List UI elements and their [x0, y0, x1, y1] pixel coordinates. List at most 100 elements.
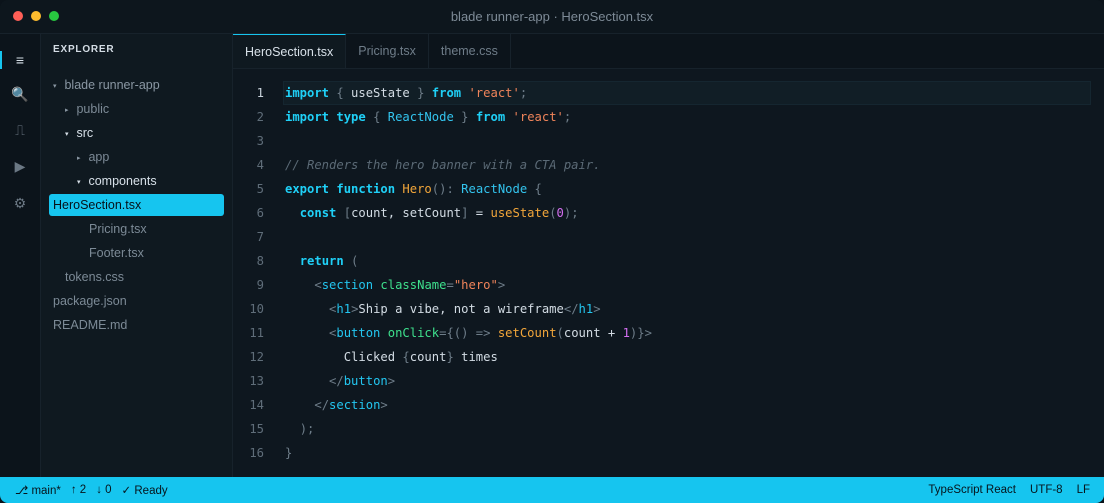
code-text: // Renders the hero banner with a CTA pa…	[285, 153, 601, 177]
code-token: Clicked	[285, 350, 403, 364]
code-token: return	[299, 254, 344, 268]
search-icon[interactable]: 🔍	[0, 79, 40, 109]
code-line[interactable]: 14 </section>	[233, 393, 1104, 417]
code-text: </button>	[285, 369, 395, 393]
commits-ahead[interactable]: ↑ 2	[71, 484, 86, 496]
line-number: 16	[249, 446, 264, 460]
file-footer-tsx[interactable]: Footer.tsx	[49, 242, 224, 264]
code-line[interactable]: 1 import { useState } from 'react';	[233, 81, 1104, 105]
code-line[interactable]: 5 export function Hero(): ReactNode {	[233, 177, 1104, 201]
code-token: ReactNode	[387, 110, 454, 124]
code-token: </	[314, 398, 330, 412]
file-readme-md[interactable]: README.md	[49, 314, 224, 336]
tab-theme-css[interactable]: theme.css	[429, 34, 511, 68]
file-herosection-tsx[interactable]: HeroSection.tsx	[49, 194, 224, 216]
line-number: 15	[249, 422, 264, 436]
code-line[interactable]: 15 );	[233, 417, 1104, 441]
code-token: (	[343, 254, 359, 268]
minimize-window-button[interactable]	[31, 11, 41, 21]
folder-app[interactable]: ▸ app	[49, 146, 224, 168]
tree-item-label: components	[88, 174, 157, 188]
code-line[interactable]: 12 Clicked {count} times	[233, 345, 1104, 369]
tab-herosection-tsx[interactable]: HeroSection.tsx	[233, 34, 347, 68]
language-mode[interactable]: TypeScript React	[928, 484, 1016, 496]
code-token: (	[549, 206, 557, 220]
folder-blade-runner-app[interactable]: ▾ blade runner-app	[49, 74, 224, 96]
folder-components[interactable]: ▾ components	[49, 170, 224, 192]
code-token: setCount	[497, 326, 557, 340]
code-token: {	[402, 350, 410, 364]
code-line[interactable]: 4 // Renders the hero banner with a CTA p…	[233, 153, 1104, 177]
code-line[interactable]: 2 import type { ReactNode } from 'react';	[233, 105, 1104, 129]
code-token: }	[453, 110, 476, 124]
tab-pricing-tsx[interactable]: Pricing.tsx	[346, 34, 429, 68]
code-token: ():	[431, 182, 462, 196]
code-token: </	[563, 302, 579, 316]
code-token: );	[299, 422, 315, 436]
code-editor[interactable]: 1 import { useState } from 'react'; 2 impor…	[233, 69, 1104, 477]
code-line[interactable]: 9 <section className="hero">	[233, 273, 1104, 297]
run-icon[interactable]: ▶	[0, 151, 40, 181]
file-tokens-css[interactable]: tokens.css	[49, 266, 224, 288]
explorer-title: EXPLORER	[53, 44, 115, 55]
code-token: >	[593, 302, 601, 316]
chevron-right-icon: ▸	[77, 155, 81, 162]
line-number: 13	[249, 374, 264, 388]
code-token: =	[468, 206, 491, 220]
code-token: count	[409, 350, 447, 364]
code-line[interactable]: 13 </button>	[233, 369, 1104, 393]
code-token: import	[285, 86, 330, 100]
code-text: export function Hero(): ReactNode {	[285, 177, 542, 201]
line-number: 3	[256, 134, 264, 148]
code-token: h1	[336, 302, 352, 316]
code-line[interactable]: 6 const [count, setCount] = useState(0);	[233, 201, 1104, 225]
eol-indicator[interactable]: LF	[1077, 484, 1090, 496]
code-token: )}>	[629, 326, 652, 340]
code-text: );	[285, 417, 315, 441]
branch-indicator[interactable]: ⎇ main*	[15, 483, 61, 497]
code-token: }	[446, 350, 454, 364]
code-token: ;	[519, 86, 528, 100]
code-text: Clicked {count} times	[285, 345, 498, 369]
line-number: 10	[249, 302, 264, 316]
code-token: 0	[556, 206, 564, 220]
tree-item-label: Footer.tsx	[89, 246, 144, 260]
ready-status: ✓ Ready	[121, 485, 168, 497]
encoding-indicator[interactable]: UTF-8	[1030, 484, 1063, 496]
code-token: function	[336, 182, 396, 196]
title-bar: blade runner-app · HeroSection.tsx	[0, 0, 1104, 34]
folder-public[interactable]: ▸ public	[49, 98, 224, 120]
commits-behind[interactable]: ↓ 0	[96, 484, 111, 496]
code-token: section	[321, 278, 374, 292]
code-token: =	[446, 278, 454, 292]
code-line[interactable]: 10 <h1>Ship a vibe, not a wireframe</h1>	[233, 297, 1104, 321]
source-control-icon[interactable]: ⎍	[0, 115, 40, 145]
code-line[interactable]: 16}	[233, 441, 1104, 465]
line-number: 2	[256, 110, 264, 124]
maximize-window-button[interactable]	[49, 11, 59, 21]
folder-src[interactable]: ▾ src	[49, 122, 224, 144]
files-icon[interactable]: ≡	[0, 45, 40, 75]
code-token: 1	[622, 326, 630, 340]
code-line[interactable]: 3	[233, 129, 1104, 153]
line-number: 5	[256, 182, 264, 196]
code-line[interactable]: 7	[233, 225, 1104, 249]
settings-icon[interactable]: ⚙	[0, 188, 40, 218]
tree-item-label: blade runner-app	[64, 78, 160, 92]
code-token: import	[285, 110, 330, 124]
close-window-button[interactable]	[13, 11, 23, 21]
code-token: {	[365, 110, 388, 124]
code-token: ReactNode	[461, 182, 528, 196]
code-line[interactable]: 8 return (	[233, 249, 1104, 273]
file-package-json[interactable]: package.json	[49, 290, 224, 312]
code-text: }	[285, 441, 292, 465]
code-line[interactable]: 11 <button onClick={() => setCount(count…	[233, 321, 1104, 345]
tree-item-label: app	[88, 150, 110, 164]
file-pricing-tsx[interactable]: Pricing.tsx	[49, 218, 224, 240]
